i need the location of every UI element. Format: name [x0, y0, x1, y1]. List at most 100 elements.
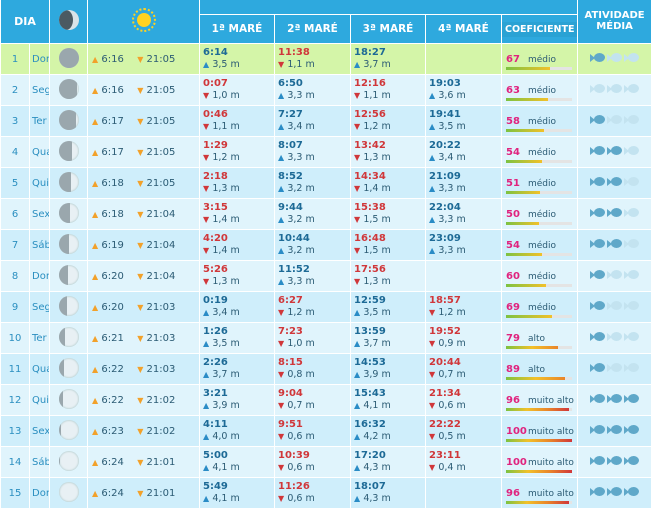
sunrise-time: 6:23 — [101, 425, 124, 437]
high-tide-arrow-icon: ▲ — [203, 401, 210, 410]
activity-cell — [577, 136, 651, 168]
tide-time: 7:27 — [278, 109, 303, 120]
sunrise-time: 6:18 — [101, 177, 124, 189]
day-number: 2 — [0, 74, 30, 106]
day-number: 1 — [0, 43, 30, 75]
activity-cell — [577, 167, 651, 199]
tide-cell: 3:21 ▲ 3,9 m — [199, 384, 275, 416]
tide-cell-empty — [425, 260, 502, 292]
low-tide-arrow-icon: ▼ — [354, 246, 361, 255]
day-row[interactable]: 13 Sex ▲ 6:23 ▼ 21:02 4:11 ▲ 4,0 m 9:51 ▼ 0,6 … — [0, 415, 651, 447]
coefficient-level: muito alto — [528, 395, 574, 406]
tide-cell: 0:19 ▲ 3,4 m — [199, 291, 275, 323]
sunset-arrow-icon: ▼ — [137, 302, 144, 312]
sunrise-arrow-icon: ▲ — [92, 271, 99, 281]
tide-cell: 6:27 ▼ 1,2 m — [274, 291, 351, 323]
low-tide-arrow-icon: ▼ — [354, 215, 361, 224]
day-row[interactable]: 8Dom▲ 6:20 ▼ 21:045:26▼ 1,3 m11:52▲ 3,3 … — [0, 260, 651, 292]
coefficient-value: 69 — [506, 301, 520, 313]
tide-time: 9:04 — [278, 388, 303, 399]
fish-icon — [624, 332, 640, 341]
sunrise-arrow-icon: ▲ — [92, 426, 99, 436]
sunrise-arrow-icon: ▲ — [92, 178, 99, 188]
weekday: Sex — [29, 198, 50, 230]
day-row[interactable]: 9 Seg ▲ 6:20 ▼ 21:03 0:19 ▲ 3,4 m 6:27 ▼ 1,2 m… — [0, 291, 651, 323]
fish-icon — [607, 425, 623, 434]
sunset-arrow-icon: ▼ — [137, 333, 144, 343]
coefficient-bar — [506, 439, 572, 442]
low-tide-arrow-icon: ▼ — [278, 401, 285, 410]
tide-time: 0:19 — [203, 295, 228, 306]
tide-height: 3,7 m — [363, 338, 391, 349]
sunrise-arrow-icon: ▲ — [92, 333, 99, 343]
coefficient-value: 54 — [506, 239, 520, 251]
activity-header-line2: MÉDIA — [596, 21, 633, 32]
high-tide-arrow-icon: ▲ — [278, 153, 285, 162]
low-tide-arrow-icon: ▼ — [278, 494, 285, 503]
tide-height: 3,6 m — [438, 90, 466, 101]
day-row[interactable]: 15Dom▲ 6:24 ▼ 21:015:49▲ 4,1 m11:26▼ 0,6… — [0, 477, 651, 509]
tide-time: 7:23 — [278, 326, 303, 337]
tide-time: 3:15 — [203, 202, 228, 213]
tide-time: 23:09 — [429, 233, 461, 244]
tide-time: 11:26 — [278, 481, 310, 492]
tide-cell: 11:26 ▼ 0,6 m — [274, 477, 351, 509]
day-number: 5 — [0, 167, 30, 199]
sunset-time: 21:05 — [146, 177, 176, 189]
day-row[interactable]: 4Qua▲ 6:17 ▼ 21:051:29▼ 1,2 m8:07▲ 3,3 m… — [0, 136, 651, 168]
tide-cell: 23:09 ▲ 3,3 m — [425, 229, 502, 261]
tide-cell: 17:56 ▼ 1,3 m — [350, 260, 426, 292]
moon-phase-icon — [58, 481, 79, 502]
day-row[interactable]: 14 Sáb ▲ 6:24 ▼ 21:01 5:00 ▲ 4,1 m 10:39 ▼ 0,6… — [0, 446, 651, 478]
day-row[interactable]: 7 Sáb ▲ 6:19 ▼ 21:04 4:20 ▼ 1,4 m 10:44 ▲ 3,2 … — [0, 229, 651, 261]
fish-icon — [607, 115, 623, 124]
tide-cell: 9:04 ▼ 0,7 m — [274, 384, 351, 416]
sunset-arrow-icon: ▼ — [137, 395, 144, 405]
weekday: Sáb — [29, 446, 50, 478]
tide-cell: 19:03 ▲ 3,6 m — [425, 74, 502, 106]
high-tide-arrow-icon: ▲ — [429, 153, 436, 162]
low-tide-arrow-icon: ▼ — [278, 432, 285, 441]
high-tide-arrow-icon: ▲ — [354, 370, 361, 379]
fish-icon — [624, 84, 640, 93]
day-row[interactable]: 2 Seg ▲ 6:16 ▼ 21:05 0:07 ▼ 1,0 m 6:50 ▲ 3,3 m… — [0, 74, 651, 106]
tide-cell: 11:38 ▼ 1,1 m — [274, 43, 351, 75]
tide-cell: 2:18 ▼ 1,3 m — [199, 167, 275, 199]
tide-height: 4,3 m — [363, 493, 391, 504]
sunset-arrow-icon: ▼ — [137, 488, 144, 498]
tide-cell: 18:57 ▼ 1,2 m — [425, 291, 502, 323]
tide-cell: 1:29 ▼ 1,2 m — [199, 136, 275, 168]
tide-time: 14:34 — [354, 171, 386, 182]
moon-phase-cell — [49, 105, 88, 137]
tide-time: 18:07 — [354, 481, 386, 492]
day-row[interactable]: 10 Ter ▲ 6:21 ▼ 21:03 1:26 ▲ 3,5 m 7:23 ▼ 1,0 … — [0, 322, 651, 354]
sunrise-time: 6:20 — [101, 270, 124, 282]
coefficient-level: médio — [528, 209, 557, 220]
coefficient-level: muito alto — [528, 457, 574, 468]
coefficient-bar — [506, 67, 572, 70]
tide-time: 23:11 — [429, 450, 461, 461]
tide-cell: 12:56 ▼ 1,2 m — [350, 105, 426, 137]
tide-height: 1,3 m — [212, 183, 240, 194]
high-tide-arrow-icon: ▲ — [354, 401, 361, 410]
day-row[interactable]: 5 Qui ▲ 6:18 ▼ 21:05 2:18 ▼ 1,3 m 8:52 ▲ 3,2 m… — [0, 167, 651, 199]
fish-icon — [624, 239, 640, 248]
tide-height: 1,5 m — [363, 214, 391, 225]
day-row[interactable]: 1Dom▲ 6:16 ▼ 21:056:14▲ 3,5 m11:38▼ 1,1 … — [0, 43, 651, 75]
tide-height: 3,9 m — [363, 369, 391, 380]
day-row[interactable]: 3 Ter ▲ 6:17 ▼ 21:05 0:46 ▼ 1,1 m 7:27 ▲ 3,4 m… — [0, 105, 651, 137]
day-row[interactable]: 12 Qui ▲ 6:22 ▼ 21:02 3:21 ▲ 3,9 m 9:04 ▼ 0,7 … — [0, 384, 651, 416]
fish-icon — [624, 115, 640, 124]
tide-time: 17:56 — [354, 264, 386, 275]
day-row[interactable]: 11Qua▲ 6:22 ▼ 21:032:26▲ 3,7 m8:15▼ 0,8 … — [0, 353, 651, 385]
day-row[interactable]: 6 Sex ▲ 6:18 ▼ 21:04 3:15 ▼ 1,4 m 9:44 ▲ 3,2 m… — [0, 198, 651, 230]
tide-height: 3,4 m — [287, 121, 315, 132]
tide-cell: 14:34 ▼ 1,4 m — [350, 167, 426, 199]
coefficient-value: 96 — [506, 487, 520, 499]
sun-times: ▲ 6:16 ▼ 21:05 — [87, 43, 200, 75]
weekday: Seg — [29, 74, 50, 106]
tide-time: 8:52 — [278, 171, 303, 182]
high-tide-arrow-icon: ▲ — [429, 122, 436, 131]
moon-phase-cell — [49, 322, 88, 354]
activity-cell — [577, 260, 651, 292]
